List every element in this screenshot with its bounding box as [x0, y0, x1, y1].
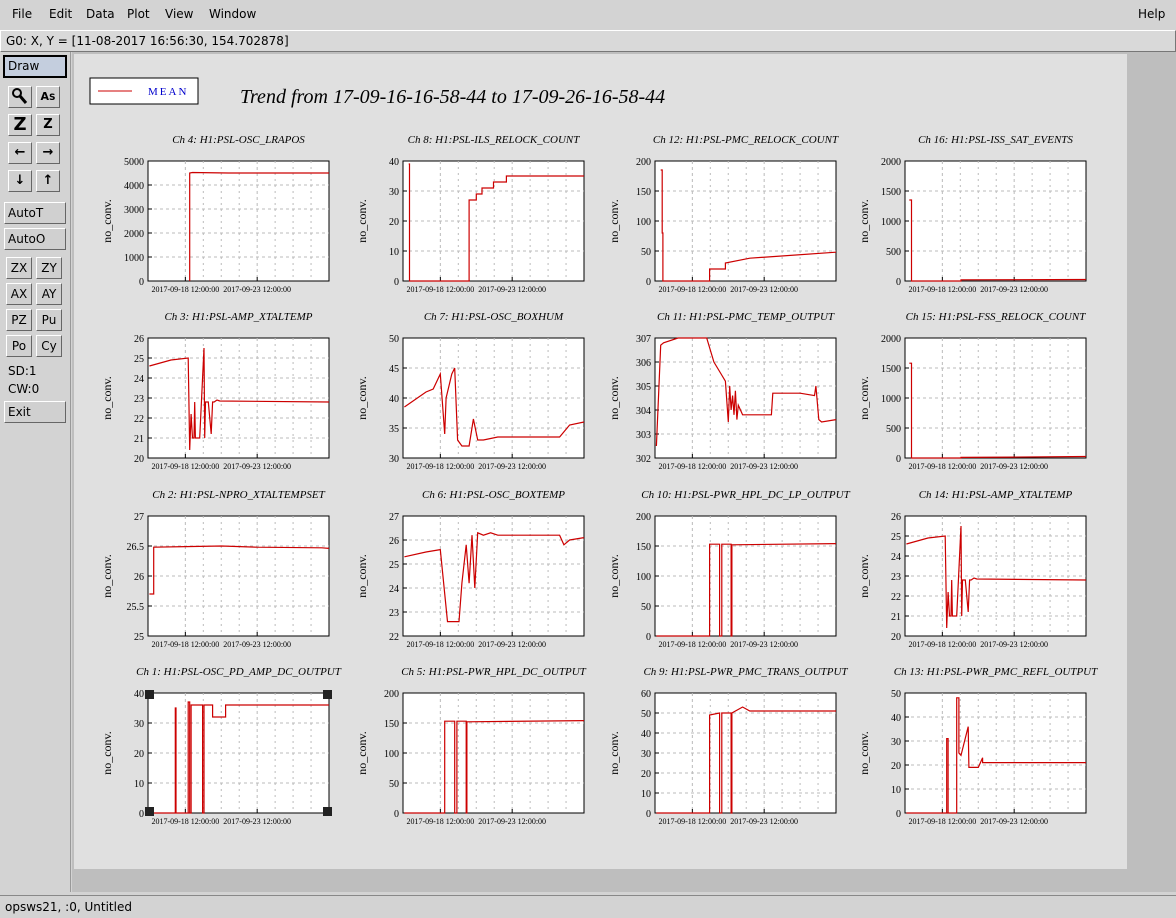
arrow-up-icon[interactable]: ↑ — [36, 170, 60, 192]
zx-button[interactable]: ZX — [6, 257, 32, 279]
toolbar: Draw AS Z Z ← → ↓ ↑ AutoT AutoO ZX ZY AX… — [0, 52, 71, 892]
status-text: opsws21, :0, Untitled — [5, 900, 132, 914]
autoo-button[interactable]: AutoO — [4, 228, 66, 250]
menu-data[interactable]: Data — [86, 7, 115, 21]
pz-button[interactable]: PZ — [6, 309, 32, 331]
menu-plot[interactable]: Plot — [127, 7, 150, 21]
menu-edit[interactable]: Edit — [49, 7, 72, 21]
autot-button[interactable]: AutoT — [4, 202, 66, 224]
menu-file[interactable]: File — [12, 7, 32, 21]
sd-label: SD:1 — [8, 364, 37, 378]
zy-button[interactable]: ZY — [36, 257, 62, 279]
zoom-z-large-icon[interactable]: Z — [8, 114, 32, 136]
arrow-left-icon[interactable]: ← — [8, 142, 32, 164]
ay-button[interactable]: AY — [36, 283, 62, 305]
ax-button[interactable]: AX — [6, 283, 32, 305]
status-bar: opsws21, :0, Untitled — [0, 895, 1176, 918]
zoom-z-small-icon[interactable]: Z — [36, 114, 60, 136]
menu-view[interactable]: View — [165, 7, 193, 21]
plot-pad[interactable] — [74, 54, 1127, 869]
arrow-down-icon[interactable]: ↓ — [8, 170, 32, 192]
text-size-icon[interactable]: AS — [36, 86, 60, 108]
arrow-right-icon[interactable]: → — [36, 142, 60, 164]
cy-button[interactable]: Cy — [36, 335, 62, 357]
menu-bar: File Edit Data Plot View Window Help — [0, 0, 1176, 29]
coordinate-readout-bar: G0: X, Y = [11-08-2017 16:56:30, 154.702… — [0, 30, 1176, 52]
po-button[interactable]: Po — [6, 335, 32, 357]
menu-window[interactable]: Window — [209, 7, 256, 21]
cw-label: CW:0 — [8, 382, 40, 396]
menu-help[interactable]: Help — [1138, 7, 1165, 21]
magnifier-icon[interactable] — [8, 86, 32, 108]
draw-button[interactable]: Draw — [3, 55, 67, 78]
pu-button[interactable]: Pu — [36, 309, 62, 331]
coordinate-readout: G0: X, Y = [11-08-2017 16:56:30, 154.702… — [6, 34, 289, 48]
exit-button[interactable]: Exit — [4, 401, 66, 423]
